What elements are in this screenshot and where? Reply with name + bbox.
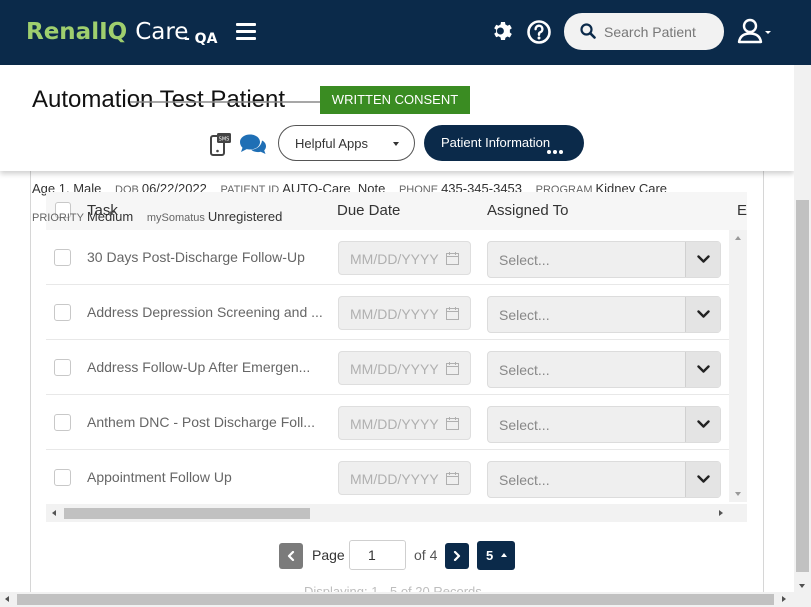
table-row: Anthem DNC - Post Discharge Foll... MM/D… [46, 395, 729, 450]
logo-care: Care [135, 19, 189, 45]
col-assigned-to[interactable]: Assigned To [487, 202, 568, 219]
table-row: Address Follow-Up After Emergen... MM/DD… [46, 340, 729, 395]
tasks-grid: Task Due Date Assigned To E 30 Days Post… [46, 192, 747, 522]
calendar-icon[interactable] [446, 307, 459, 320]
chevron-down-icon[interactable] [685, 297, 720, 332]
user-menu-icon[interactable] [737, 18, 773, 44]
row-checkbox[interactable] [54, 414, 71, 431]
patient-details-line2: PRIORITY Medium mySomatus Unregistered [32, 209, 283, 224]
assigned-to-select[interactable]: Select... [487, 406, 721, 443]
caret-down-icon [393, 142, 399, 146]
gear-icon[interactable] [491, 19, 515, 43]
caret-up-icon [501, 553, 507, 557]
row-checkbox[interactable] [54, 469, 71, 486]
due-date-picker[interactable]: MM/DD/YYYY [338, 241, 471, 275]
help-icon[interactable] [526, 19, 552, 45]
calendar-icon[interactable] [446, 417, 459, 430]
task-name: Anthem DNC - Post Discharge Foll... [87, 414, 315, 430]
mysomatus-value: Unregistered [207, 209, 283, 224]
task-name: 30 Days Post-Discharge Follow-Up [87, 249, 305, 265]
environment-label: - QA [184, 31, 218, 47]
table-row: 30 Days Post-Discharge Follow-Up MM/DD/Y… [46, 230, 729, 285]
chevron-down-icon[interactable] [685, 407, 720, 442]
patient-information-button[interactable]: Patient Information [424, 125, 584, 161]
row-checkbox[interactable] [54, 249, 71, 266]
due-date-picker[interactable]: MM/DD/YYYY [338, 406, 471, 440]
col-due-date[interactable]: Due Date [337, 202, 400, 219]
written-consent-badge[interactable]: WRITTEN CONSENT [320, 86, 470, 114]
task-name: Address Follow-Up After Emergen... [87, 359, 311, 375]
chevron-down-icon[interactable] [685, 462, 720, 497]
calendar-icon[interactable] [446, 252, 459, 265]
chevron-down-icon[interactable] [685, 242, 720, 277]
due-date-picker[interactable]: MM/DD/YYYY [338, 296, 471, 330]
page-vertical-scrollbar[interactable] [794, 65, 811, 592]
calendar-icon[interactable] [446, 362, 459, 375]
due-date-picker[interactable]: MM/DD/YYYY [338, 351, 471, 385]
app-logo[interactable]: RenalIQ Care - QA [26, 18, 217, 47]
row-checkbox[interactable] [54, 304, 71, 321]
search-icon [580, 23, 596, 39]
page-number-input[interactable] [349, 540, 406, 570]
col-truncated[interactable]: E [737, 202, 747, 219]
grid-vertical-scrollbar[interactable] [729, 230, 747, 502]
menu-icon[interactable] [236, 23, 256, 41]
assigned-to-select[interactable]: Select... [487, 461, 721, 498]
helpful-apps-dropdown[interactable]: Helpful Apps [278, 125, 415, 161]
next-page-button[interactable] [445, 543, 469, 569]
top-navbar: RenalIQ Care - QA [0, 0, 811, 65]
priority-value: Medium [86, 209, 134, 224]
task-name: Address Depression Screening and ... [87, 304, 323, 320]
page-size-select[interactable]: 5 [477, 541, 515, 570]
page-count: of 4 [414, 547, 438, 563]
patient-header: Automation Test Patient WRITTEN CONSENT … [0, 65, 794, 171]
more-dots-icon [547, 142, 565, 157]
page-horizontal-scrollbar[interactable] [0, 592, 811, 607]
patient-search[interactable] [564, 13, 724, 50]
chevron-left-icon [287, 551, 295, 561]
assigned-to-select[interactable]: Select... [487, 296, 721, 333]
patient-name: Automation Test Patient [32, 86, 286, 113]
assigned-to-select[interactable]: Select... [487, 351, 721, 388]
table-row: Address Depression Screening and ... MM/… [46, 285, 729, 340]
sms-icon[interactable]: SMS [210, 132, 232, 156]
page-label: Page [312, 547, 345, 563]
logo-renaliq: RenalIQ [26, 19, 128, 45]
chevron-right-icon [453, 551, 461, 561]
row-checkbox[interactable] [54, 359, 71, 376]
chat-icon[interactable] [238, 133, 268, 155]
due-date-picker[interactable]: MM/DD/YYYY [338, 461, 471, 495]
calendar-icon[interactable] [446, 472, 459, 485]
grid-horizontal-scrollbar[interactable] [46, 504, 747, 522]
previous-page-button[interactable] [279, 543, 303, 569]
chevron-down-icon[interactable] [685, 352, 720, 387]
table-row: Appointment Follow Up MM/DD/YYYY Select.… [46, 450, 729, 505]
search-input[interactable] [604, 19, 714, 44]
assigned-to-select[interactable]: Select... [487, 241, 721, 278]
task-name: Appointment Follow Up [87, 469, 232, 485]
svg-text:SMS: SMS [219, 137, 230, 143]
